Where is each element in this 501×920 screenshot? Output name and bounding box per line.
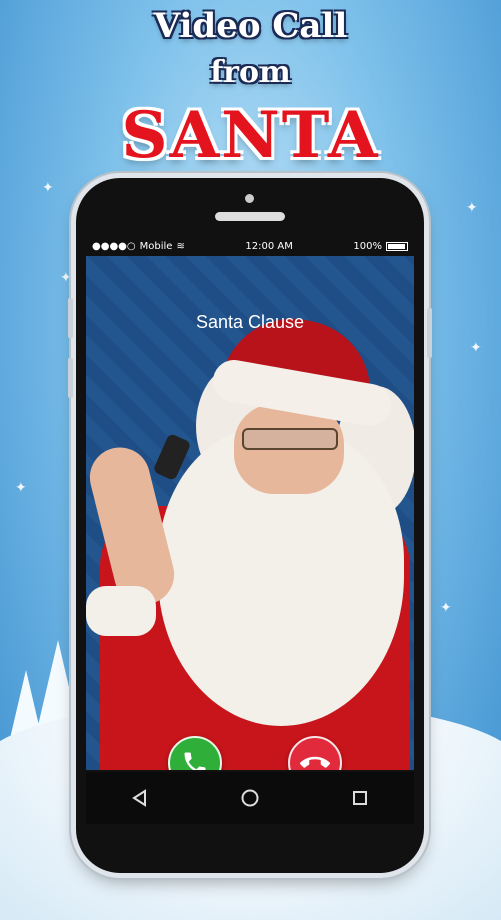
navigation-bar <box>86 772 414 824</box>
snowflake-icon: ✦ <box>15 480 27 496</box>
battery-icon <box>386 241 408 251</box>
banner-title-line2: from <box>210 55 291 90</box>
front-camera <box>245 194 254 203</box>
recents-square-icon[interactable] <box>351 789 369 807</box>
status-bar: ●●●●○ Mobile ≋ 12:00 AM 100% <box>86 236 414 256</box>
carrier-label: Mobile <box>139 240 173 252</box>
caller-name: Santa Clause <box>195 312 305 332</box>
phone-mockup: ●●●●○ Mobile ≋ 12:00 AM 100% Santa Claus… <box>68 178 432 873</box>
snowflake-icon: ✦ <box>440 600 452 616</box>
snowflake-icon: ✦ <box>466 200 478 216</box>
caller-video <box>86 305 414 770</box>
phone-answer-icon <box>184 752 206 770</box>
volume-up-button <box>68 298 73 338</box>
home-circle-icon[interactable] <box>240 788 260 808</box>
santa-glasses <box>242 428 338 450</box>
phone-screen: ●●●●○ Mobile ≋ 12:00 AM 100% Santa Claus… <box>86 236 414 770</box>
back-triangle-icon[interactable] <box>131 789 149 807</box>
banner-title-santa: SANTA <box>121 98 380 173</box>
snowflake-icon: ✦ <box>42 180 54 196</box>
clock: 12:00 AM <box>245 240 293 252</box>
battery-percent: 100% <box>353 240 382 252</box>
santa-cuff <box>86 586 156 636</box>
banner-title-line1: Video Call <box>153 6 348 46</box>
earpiece-speaker <box>215 212 285 221</box>
signal-dots-icon: ●●●●○ <box>92 240 136 252</box>
volume-down-button <box>68 358 73 398</box>
phone-hangup-icon <box>300 756 330 768</box>
wifi-icon: ≋ <box>176 240 185 252</box>
snowflake-icon: ✦ <box>470 340 482 356</box>
snowflake-icon: ✦ <box>60 270 72 286</box>
power-button <box>427 308 432 358</box>
